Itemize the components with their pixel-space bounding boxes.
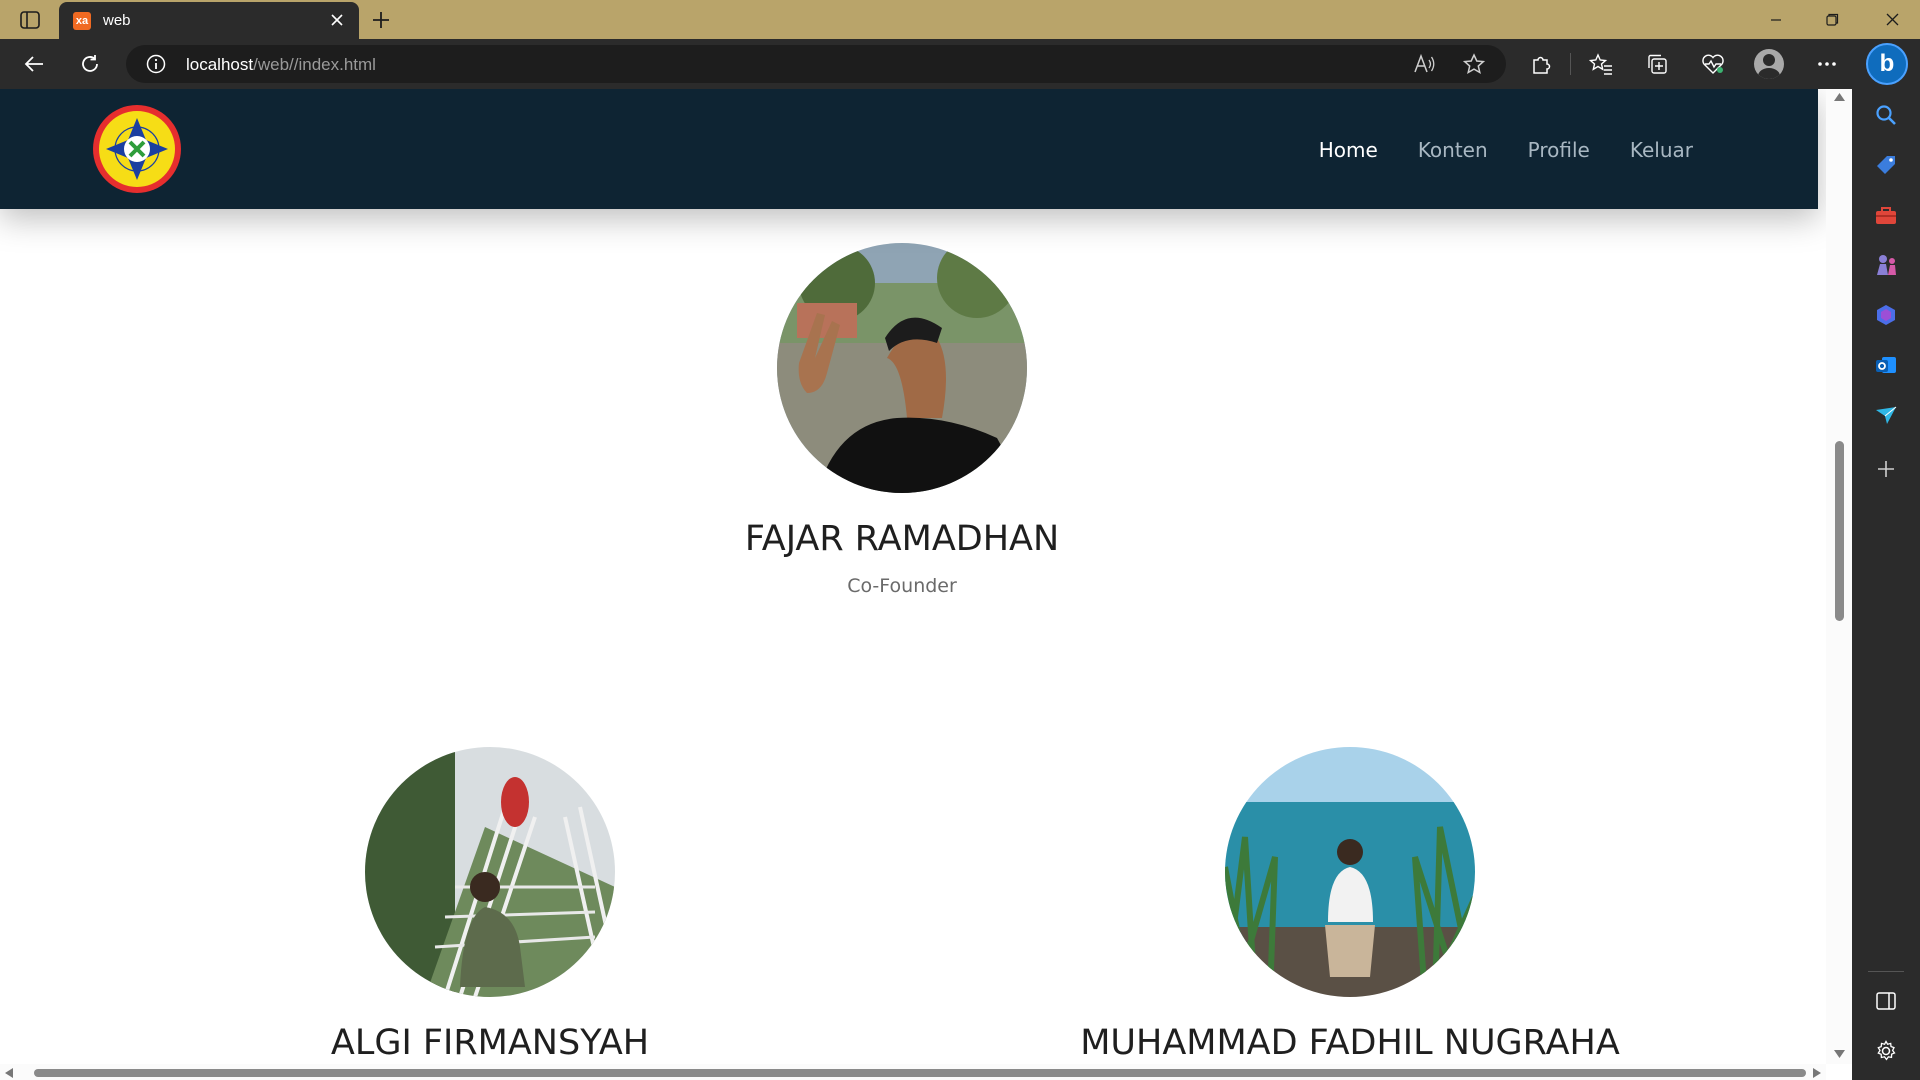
sidebar-toggle-icon <box>1876 992 1896 1010</box>
sidebar-shopping-button[interactable] <box>1872 151 1900 179</box>
sidebar-tools-button[interactable] <box>1872 201 1900 229</box>
site-header: Home Konten Profile Keluar <box>0 89 1818 209</box>
puzzle-icon <box>1533 56 1551 74</box>
xampp-favicon-icon: xa <box>73 11 91 30</box>
page-viewport: Home Konten Profile Keluar FAJAR RAMADHA… <box>0 89 1852 1080</box>
restore-button[interactable] <box>1804 0 1860 39</box>
scroll-down-arrow-icon[interactable] <box>1834 1050 1845 1058</box>
url-path: /web//index.html <box>253 55 376 74</box>
site-info-icon[interactable] <box>146 54 166 74</box>
scroll-left-arrow-icon[interactable] <box>5 1068 13 1078</box>
tab-title: web <box>103 12 131 29</box>
favorites-button[interactable] <box>1584 48 1618 80</box>
vertical-scrollbar[interactable] <box>1826 89 1852 1064</box>
send-icon <box>1876 406 1897 424</box>
settings-icon <box>1877 1040 1896 1061</box>
shopping-tag-icon <box>1877 156 1895 174</box>
sidebar-send-button[interactable] <box>1872 401 1900 429</box>
copilot-bing-button[interactable]: b <box>1866 43 1908 85</box>
heart-pulse-icon <box>1702 54 1724 74</box>
add-icon <box>1878 461 1894 477</box>
vertical-scroll-thumb[interactable] <box>1835 441 1844 621</box>
copilot-icon <box>1877 305 1895 325</box>
extensions-button[interactable] <box>1524 48 1558 80</box>
browser-essentials-button[interactable] <box>1696 48 1730 80</box>
sidebar-add-button[interactable] <box>1872 455 1900 483</box>
sidebar-games-button[interactable] <box>1872 251 1900 279</box>
collections-icon <box>1648 54 1667 74</box>
sidebar-copilot-button[interactable] <box>1872 301 1900 329</box>
main-nav: Home Konten Profile Keluar <box>1319 138 1693 162</box>
side-panel-divider <box>1868 971 1904 972</box>
new-tab-button[interactable] <box>366 6 396 34</box>
sidebar-outlook-button[interactable] <box>1872 351 1900 379</box>
close-window-button[interactable] <box>1864 0 1920 39</box>
edge-side-panel <box>1852 89 1920 1080</box>
nav-home[interactable]: Home <box>1319 138 1378 162</box>
back-arrow-icon <box>24 56 43 72</box>
sidebar-toggle-button[interactable] <box>1872 987 1900 1015</box>
tab-actions-button[interactable] <box>14 6 46 34</box>
refresh-icon <box>82 55 98 72</box>
refresh-button[interactable] <box>73 48 107 80</box>
member-photo <box>365 747 615 997</box>
search-icon <box>1876 105 1896 125</box>
favorites-icon <box>1589 53 1612 75</box>
horizontal-scrollbar[interactable] <box>0 1064 1826 1080</box>
nav-profile[interactable]: Profile <box>1528 138 1590 162</box>
scroll-right-arrow-icon[interactable] <box>1813 1068 1821 1078</box>
nav-konten[interactable]: Konten <box>1418 138 1488 162</box>
nav-keluar[interactable]: Keluar <box>1630 138 1693 162</box>
toolbox-icon <box>1876 207 1896 224</box>
minimize-icon <box>1771 18 1781 21</box>
favorite-star-icon[interactable] <box>1463 53 1485 75</box>
selfie-photo <box>777 243 1027 493</box>
url-text[interactable]: localhost/web//index.html <box>186 55 376 75</box>
member-name: FAJAR RAMADHAN <box>744 519 1060 559</box>
team-member-card: MUHAMMAD FADHIL NUGRAHA <box>1075 747 1625 1079</box>
member-name: MUHAMMAD FADHIL NUGRAHA <box>1080 1023 1620 1063</box>
restore-icon <box>1825 13 1838 26</box>
emblem-inner <box>99 111 175 187</box>
tab-close-button[interactable] <box>327 10 347 30</box>
browser-title-bar: xa web <box>0 0 1920 39</box>
close-icon <box>331 14 343 26</box>
team-member-card: FAJAR RAMADHAN Co-Founder <box>652 243 1152 597</box>
minimize-button[interactable] <box>1748 0 1804 39</box>
sidebar-search-button[interactable] <box>1872 101 1900 129</box>
sidebar-settings-button[interactable] <box>1872 1037 1900 1065</box>
member-photo <box>1225 747 1475 997</box>
member-name: ALGI FIRMANSYAH <box>330 1023 650 1063</box>
team-member-card: ALGI FIRMANSYAH <box>240 747 740 1079</box>
settings-more-button[interactable] <box>1810 48 1844 80</box>
profile-avatar-button[interactable] <box>1754 49 1784 79</box>
tab-actions-icon <box>20 11 40 29</box>
read-aloud-icon[interactable] <box>1414 54 1436 74</box>
horizontal-scroll-thumb[interactable] <box>34 1069 1806 1077</box>
school-emblem-logo[interactable] <box>93 105 181 193</box>
collections-button[interactable] <box>1640 48 1674 80</box>
emblem-star-icon <box>106 118 168 180</box>
back-button[interactable] <box>17 48 51 80</box>
stairs-photo <box>365 747 615 997</box>
sea-photo <box>1225 747 1475 997</box>
browser-tab[interactable]: xa web <box>59 2 359 39</box>
browser-toolbar: localhost/web//index.html b <box>0 39 1920 89</box>
plus-icon <box>373 12 389 28</box>
games-icon <box>1877 255 1896 275</box>
address-bar[interactable]: localhost/web//index.html <box>126 45 1506 83</box>
member-photo <box>777 243 1027 493</box>
member-role: Co-Founder <box>847 575 957 597</box>
close-icon <box>1886 13 1898 26</box>
toolbar-divider <box>1570 53 1571 75</box>
bing-icon: b <box>1879 50 1895 77</box>
outlook-icon <box>1876 357 1896 373</box>
url-host: localhost <box>186 55 254 74</box>
more-dots-icon <box>1818 62 1836 66</box>
scroll-up-arrow-icon[interactable] <box>1834 93 1845 101</box>
